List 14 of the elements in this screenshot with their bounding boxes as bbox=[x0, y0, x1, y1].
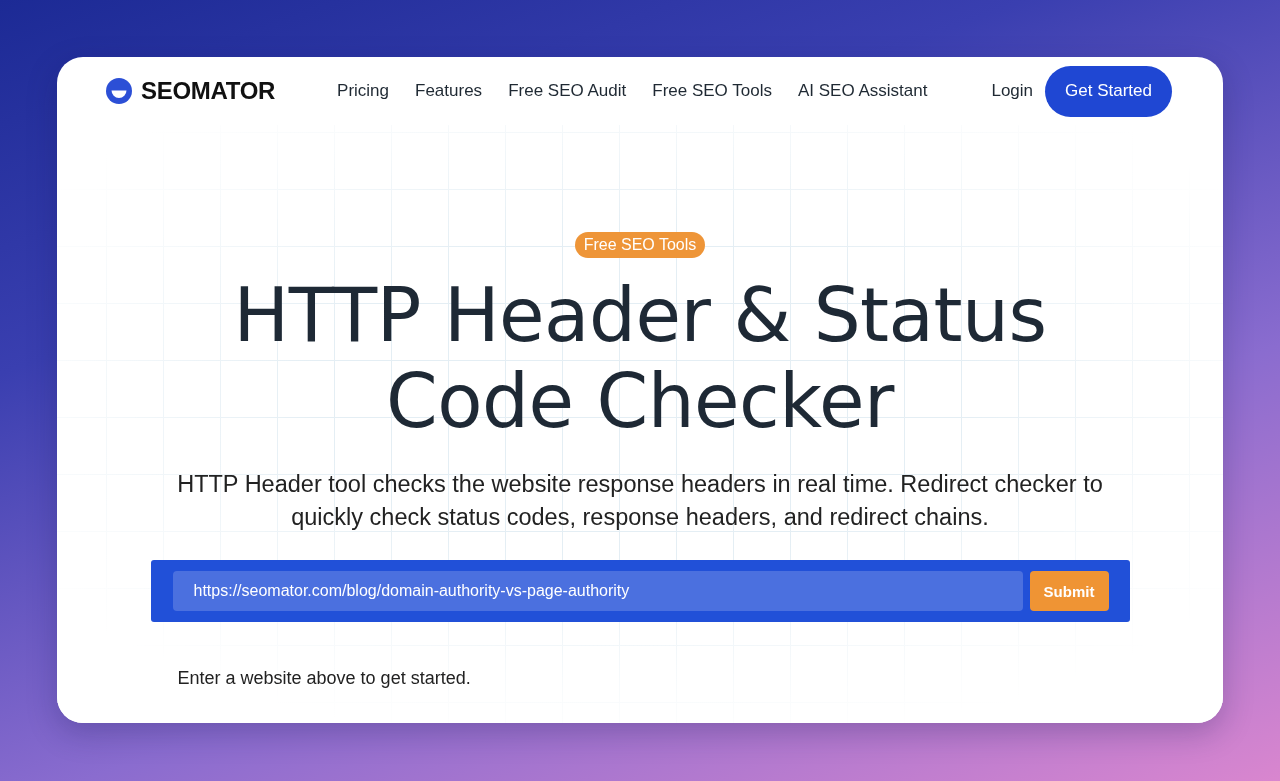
url-input[interactable]: https://seomator.com/blog/domain-authority-vs-page-authority bbox=[172, 571, 1023, 611]
category-badge: Free SEO Tools bbox=[574, 232, 706, 258]
login-link[interactable]: Login bbox=[991, 81, 1034, 101]
page-title: HTTP Header & Status Code Checker bbox=[233, 272, 1047, 444]
page-description: HTTP Header tool checks the website response headers in real time. Redirect checker to quickly check status codes, response headers, and redirect chains. bbox=[176, 470, 1104, 532]
nav-link[interactable]: Free SEO Tools bbox=[652, 81, 772, 101]
hint-text: Enter a website above to get started. bbox=[177, 667, 471, 690]
logo-icon bbox=[106, 78, 132, 104]
nav-link[interactable]: AI SEO Assistant bbox=[797, 81, 928, 101]
nav-link[interactable]: Features bbox=[415, 81, 483, 101]
nav-link[interactable]: Pricing bbox=[337, 81, 390, 101]
nav-link[interactable]: Free SEO Audit bbox=[508, 81, 627, 101]
get-started-button[interactable]: Get Started bbox=[1045, 65, 1172, 117]
logo-text: SEOMATOR bbox=[141, 77, 276, 105]
